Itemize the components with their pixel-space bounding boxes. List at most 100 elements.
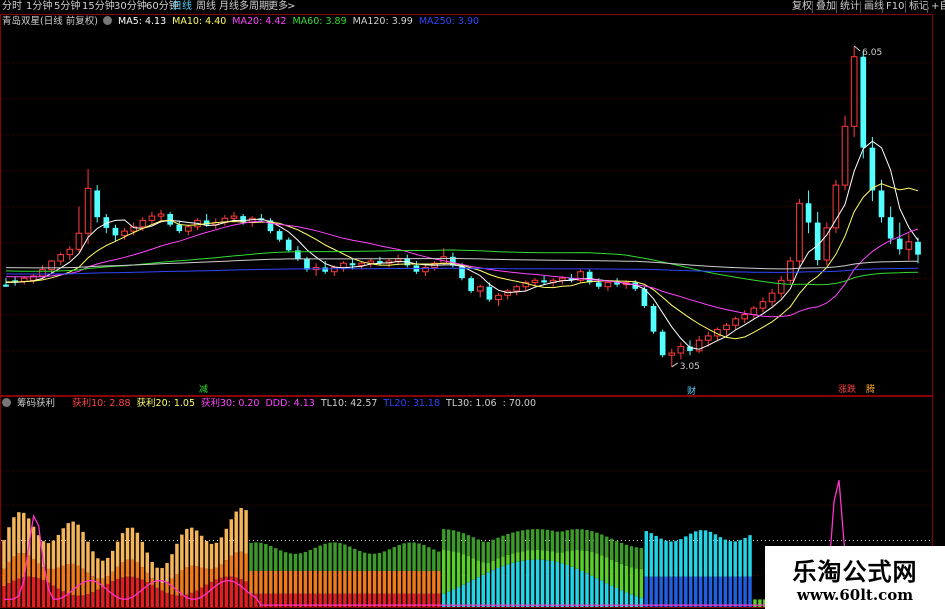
- settings-icon[interactable]: [102, 16, 112, 25]
- sub-bar-segment: [639, 547, 644, 569]
- candle-body: [185, 226, 192, 232]
- sub-bar-segment: [476, 560, 481, 578]
- sub-bar-segment: [530, 529, 535, 551]
- sub-bar-segment: [382, 570, 387, 594]
- sub-bar-segment: [545, 550, 550, 561]
- sub-bar-segment: [629, 546, 634, 568]
- sub-bar-segment: [41, 580, 46, 607]
- sub-bar-segment: [125, 559, 130, 577]
- stock-name: 青岛双星(日线 前复权): [2, 16, 98, 27]
- sub-bar-segment: [422, 545, 426, 571]
- sub-bar-segment: [46, 543, 51, 569]
- sub-bar-segment: [204, 541, 209, 569]
- sub-bar-segment: [12, 580, 16, 607]
- sub-bar-segment: [466, 556, 471, 583]
- sub-bar-segment: [26, 576, 31, 607]
- sub-bar-segment: [703, 576, 708, 607]
- sub-bar-segment: [367, 553, 372, 571]
- sub-legend-item-4: TL10: 42.57: [320, 398, 378, 409]
- candle-body: [869, 147, 876, 191]
- sub-bar-segment: [303, 570, 308, 594]
- candle-body: [121, 230, 128, 236]
- sub-bar-segment: [525, 550, 530, 560]
- sub-bar-segment: [446, 550, 451, 592]
- sub-bar-segment: [12, 556, 16, 581]
- sub-bar-segment: [432, 549, 436, 571]
- sub-bar-segment: [86, 572, 90, 595]
- candle-body: [513, 286, 521, 292]
- sub-bar-segment: [224, 560, 229, 577]
- sub-bar-segment: [703, 530, 708, 577]
- sub-bar-segment: [283, 570, 288, 594]
- sub-bar-segment: [516, 531, 520, 553]
- sub-bar-segment: [165, 563, 169, 582]
- candle-body: [285, 239, 292, 251]
- sub-bar-segment: [456, 531, 461, 553]
- sub-bar-segment: [278, 550, 283, 571]
- sub-bar-segment: [427, 547, 431, 571]
- sub-bar-segment: [387, 570, 392, 594]
- settings-icon[interactable]: [2, 398, 11, 407]
- candle-body: [330, 266, 338, 273]
- sub-bar-segment: [461, 554, 466, 585]
- candle-body: [777, 279, 785, 294]
- marker-zhangdie: 涨跌: [838, 384, 856, 395]
- sub-bar-segment: [264, 544, 268, 571]
- sub-bar-segment: [155, 587, 159, 607]
- marker-cai: 财: [687, 385, 696, 397]
- sub-bar-segment: [511, 532, 515, 554]
- candle-body: [823, 227, 831, 261]
- sub-bar-segment: [669, 576, 673, 607]
- sub-bar-segment: [51, 540, 56, 569]
- candle-body: [468, 278, 474, 292]
- sub-bar-segment: [654, 576, 658, 607]
- sub-bar-segment: [140, 579, 145, 607]
- sub-bar-segment: [407, 542, 411, 571]
- sub-bar-segment: [209, 568, 214, 582]
- sub-bar-segment: [471, 537, 476, 559]
- sub-bar-segment: [684, 536, 688, 577]
- sub-bar-segment: [506, 533, 510, 555]
- sub-bar-segment: [634, 568, 639, 597]
- candle-body: [850, 56, 858, 127]
- sub-bar-segment: [204, 568, 209, 585]
- sub-bar-segment: [654, 535, 658, 577]
- sub-bar-segment: [708, 576, 713, 607]
- candle-body: [340, 262, 347, 268]
- candle-body: [394, 258, 402, 262]
- sub-bar-segment: [575, 529, 579, 551]
- sub-bar-segment: [283, 552, 288, 571]
- sub-bar-segment: [713, 576, 718, 607]
- sub-bar-segment: [101, 586, 105, 607]
- sub-bar-segment: [71, 594, 75, 607]
- candle-body: [148, 215, 156, 221]
- sub-bar-segment: [31, 576, 36, 607]
- sub-bar-segment: [555, 531, 560, 553]
- sub-bar-segment: [605, 557, 609, 584]
- sub-bar-segment: [17, 512, 21, 554]
- sub-bar-segment: [521, 560, 525, 607]
- candle-body: [349, 263, 356, 266]
- sub-bar-segment: [451, 530, 456, 552]
- sub-bar-segment: [86, 541, 90, 573]
- sub-bar-segment: [491, 539, 495, 561]
- sub-bar-segment: [224, 528, 229, 561]
- candle-body: [768, 292, 776, 303]
- sub-bar-segment: [249, 570, 253, 594]
- sub-bar-segment: [417, 543, 421, 571]
- marker-fen: 腾: [866, 383, 875, 395]
- sub-bar-segment: [501, 566, 505, 607]
- sub-bar-segment: [106, 583, 110, 607]
- sub-bar-segment: [570, 529, 574, 551]
- sub-bar-segment: [175, 595, 179, 607]
- candle-body: [887, 217, 894, 239]
- sub-bar-segment: [550, 561, 555, 607]
- sub-bar-segment: [120, 562, 125, 578]
- sub-bar-segment: [708, 531, 713, 577]
- sub-bar-segment: [441, 529, 446, 551]
- sub-bar-segment: [76, 595, 80, 607]
- sub-bar-segment: [234, 552, 238, 578]
- sub-bar-segment: [313, 547, 317, 571]
- sub-bar-segment: [209, 543, 214, 569]
- sub-bar-segment: [427, 570, 431, 594]
